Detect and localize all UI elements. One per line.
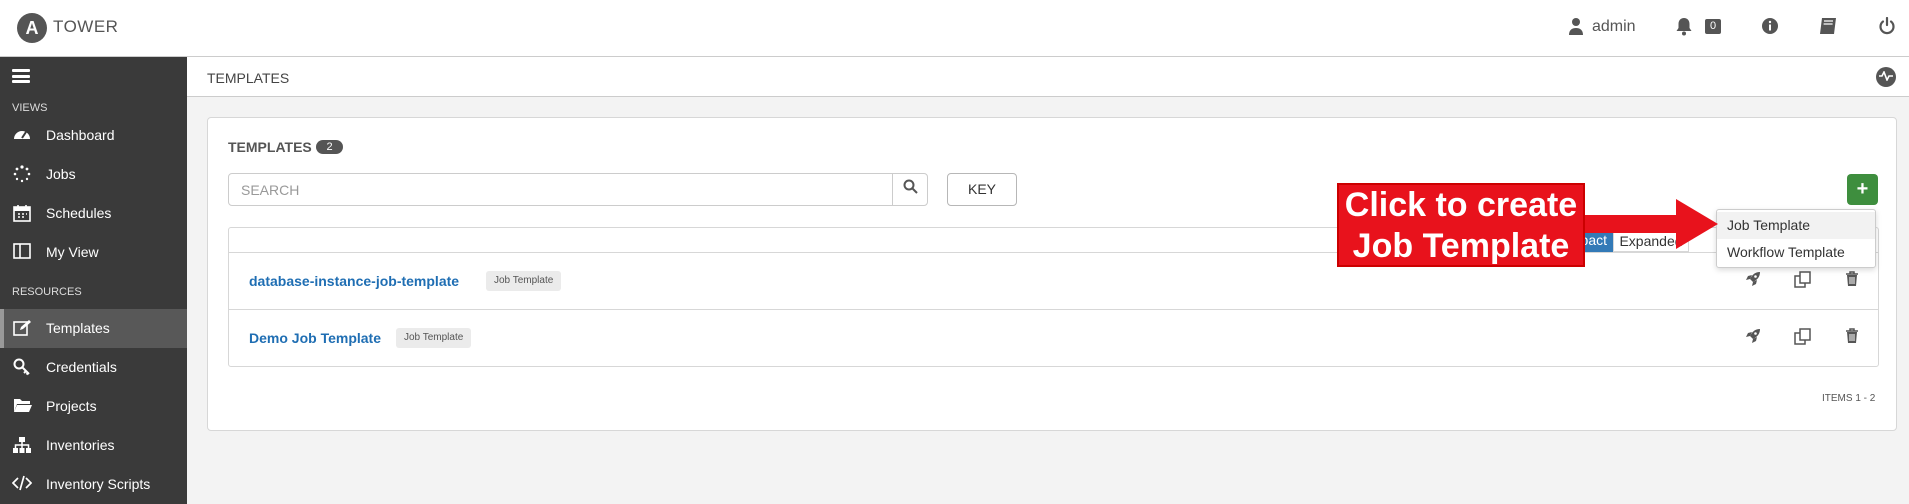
annotation-line-1: Click to create [1344,186,1578,224]
sidebar-item-jobs[interactable]: Jobs [0,155,187,194]
sidebar-section-views: VIEWS [12,102,48,114]
sidebar-item-dashboard[interactable]: Dashboard [0,116,187,155]
sidebar-item-templates[interactable]: Templates [0,309,187,348]
table-row: Demo Job Template Job Template [229,311,1878,367]
tower-logo[interactable]: A [17,13,47,43]
delete-trash-icon[interactable] [1841,328,1863,350]
template-type-tag: Job Template [486,271,562,291]
edit-icon [12,319,32,339]
activity-stream-icon[interactable] [1876,67,1896,87]
sidebar-item-label: Schedules [46,205,112,221]
search-icon [903,179,918,198]
add-template-button[interactable]: + [1847,174,1878,205]
sidebar-item-label: My View [46,244,99,260]
spinner-icon [12,165,32,185]
brand-name: TOWER [53,17,119,36]
folder-icon [12,397,32,417]
columns-icon [12,243,32,263]
sidebar-item-projects[interactable]: Projects [0,387,187,426]
template-type-tag: Job Template [396,328,472,348]
menu-item-job-template[interactable]: Job Template [1717,212,1875,239]
launch-rocket-icon[interactable] [1742,328,1764,350]
annotation-callout: Click to create Job Template [1337,183,1585,267]
bell-icon[interactable] [1673,17,1695,39]
top-header: A TOWER admin 0 [0,0,1909,57]
breadcrumb: TEMPLATES [187,57,1909,97]
sidebar-item-label: Dashboard [46,127,115,143]
search-input[interactable] [228,173,893,206]
sidebar-item-label: Projects [46,398,97,414]
key-button[interactable]: KEY [947,173,1017,206]
user-name[interactable]: admin [1592,18,1636,36]
sidebar-item-label: Templates [46,320,110,336]
power-icon[interactable] [1876,16,1898,39]
dashboard-icon [12,126,32,146]
sitemap-icon [12,436,32,456]
sidebar-item-label: Credentials [46,359,117,375]
launch-rocket-icon[interactable] [1742,271,1764,293]
sidebar-item-label: Inventories [46,437,115,453]
sidebar-item-label: Inventory Scripts [46,476,151,492]
hamburger-menu-icon[interactable] [12,69,30,83]
code-icon [11,475,33,495]
templates-count-badge: 2 [316,140,343,154]
breadcrumb-current: TEMPLATES [207,70,290,86]
template-name-link[interactable]: database-instance-job-template [249,273,459,289]
sidebar-item-label: Jobs [46,166,76,182]
sidebar-item-credentials[interactable]: Credentials [0,348,187,387]
user-icon[interactable] [1565,17,1587,39]
copy-icon[interactable] [1791,328,1813,350]
sidebar-item-my-view[interactable]: My View [0,233,187,272]
key-icon [12,358,32,378]
sidebar-item-schedules[interactable]: Schedules [0,194,187,233]
sidebar: VIEWS Dashboard Jobs Schedules My View R… [0,57,187,504]
sidebar-section-resources: RESOURCES [12,286,82,298]
calendar-icon [12,204,32,224]
copy-icon[interactable] [1791,271,1813,293]
info-icon[interactable] [1759,17,1781,39]
pagination-items-label: ITEMS 1 - 2 [1822,393,1876,404]
annotation-line-2: Job Template [1352,227,1570,265]
template-name-link[interactable]: Demo Job Template [249,330,381,346]
search-button[interactable] [892,173,928,206]
sidebar-item-inventories[interactable]: Inventories [0,426,187,465]
delete-trash-icon[interactable] [1841,271,1863,293]
annotation-arrow-head [1676,199,1718,249]
menu-item-workflow-template[interactable]: Workflow Template [1717,239,1875,266]
book-icon[interactable] [1817,17,1839,39]
sidebar-item-inventory-scripts[interactable]: Inventory Scripts [0,465,187,504]
templates-panel: TEMPLATES 2 KEY + pact Expanded database… [207,117,1897,431]
templates-list: pact Expanded database-instance-job-temp… [228,227,1879,367]
panel-title: TEMPLATES [228,139,312,155]
annotation-arrow-shaft [1585,215,1680,233]
table-row: database-instance-job-template Job Templ… [229,254,1878,310]
notification-count-badge[interactable]: 0 [1705,19,1721,34]
add-template-dropdown: Job Template Workflow Template [1716,209,1876,268]
